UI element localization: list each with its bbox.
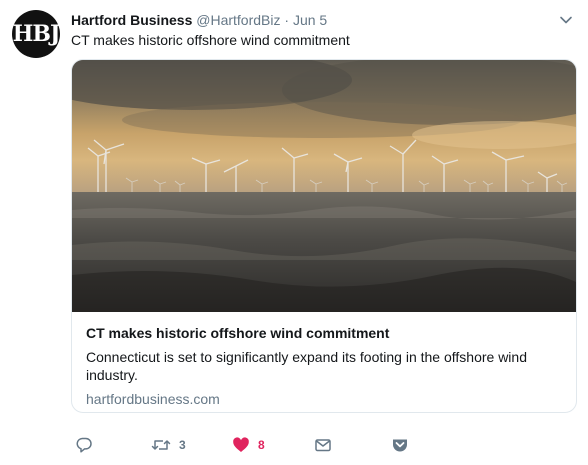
reply-button[interactable] (75, 434, 93, 456)
link-card[interactable]: CT makes historic offshore wind commitme… (71, 59, 577, 413)
avatar-logo-text: HBJ (12, 21, 61, 47)
heart-icon (232, 436, 250, 454)
envelope-icon (314, 436, 332, 454)
tweet-text: CT makes historic offshore wind commitme… (71, 32, 350, 48)
retweet-button[interactable]: 3 (151, 434, 186, 456)
author-name[interactable]: Hartford Business (71, 12, 192, 28)
direct-message-button[interactable] (314, 434, 332, 456)
card-domain: hartfordbusiness.com (86, 391, 220, 407)
chevron-down-icon[interactable] (558, 12, 574, 28)
tweet-header: Hartford Business @HartfordBiz · Jun 5 (71, 11, 558, 29)
card-title: CT makes historic offshore wind commitme… (86, 325, 390, 341)
retweet-count: 3 (179, 438, 186, 452)
pocket-button[interactable] (391, 434, 409, 456)
avatar[interactable]: HBJ (12, 10, 60, 58)
card-image (72, 60, 576, 312)
card-description: Connecticut is set to significantly expa… (86, 349, 527, 383)
author-handle[interactable]: @HartfordBiz (196, 12, 280, 28)
pocket-icon (391, 436, 409, 454)
header-separator: · (284, 12, 290, 28)
retweet-icon (151, 436, 171, 454)
reply-icon (75, 436, 93, 454)
tweet-actions: 3 8 (71, 434, 511, 456)
like-count: 8 (258, 438, 265, 452)
like-button[interactable]: 8 (232, 434, 265, 456)
tweet-date[interactable]: Jun 5 (293, 12, 327, 28)
card-body: CT makes historic offshore wind commitme… (86, 324, 562, 408)
